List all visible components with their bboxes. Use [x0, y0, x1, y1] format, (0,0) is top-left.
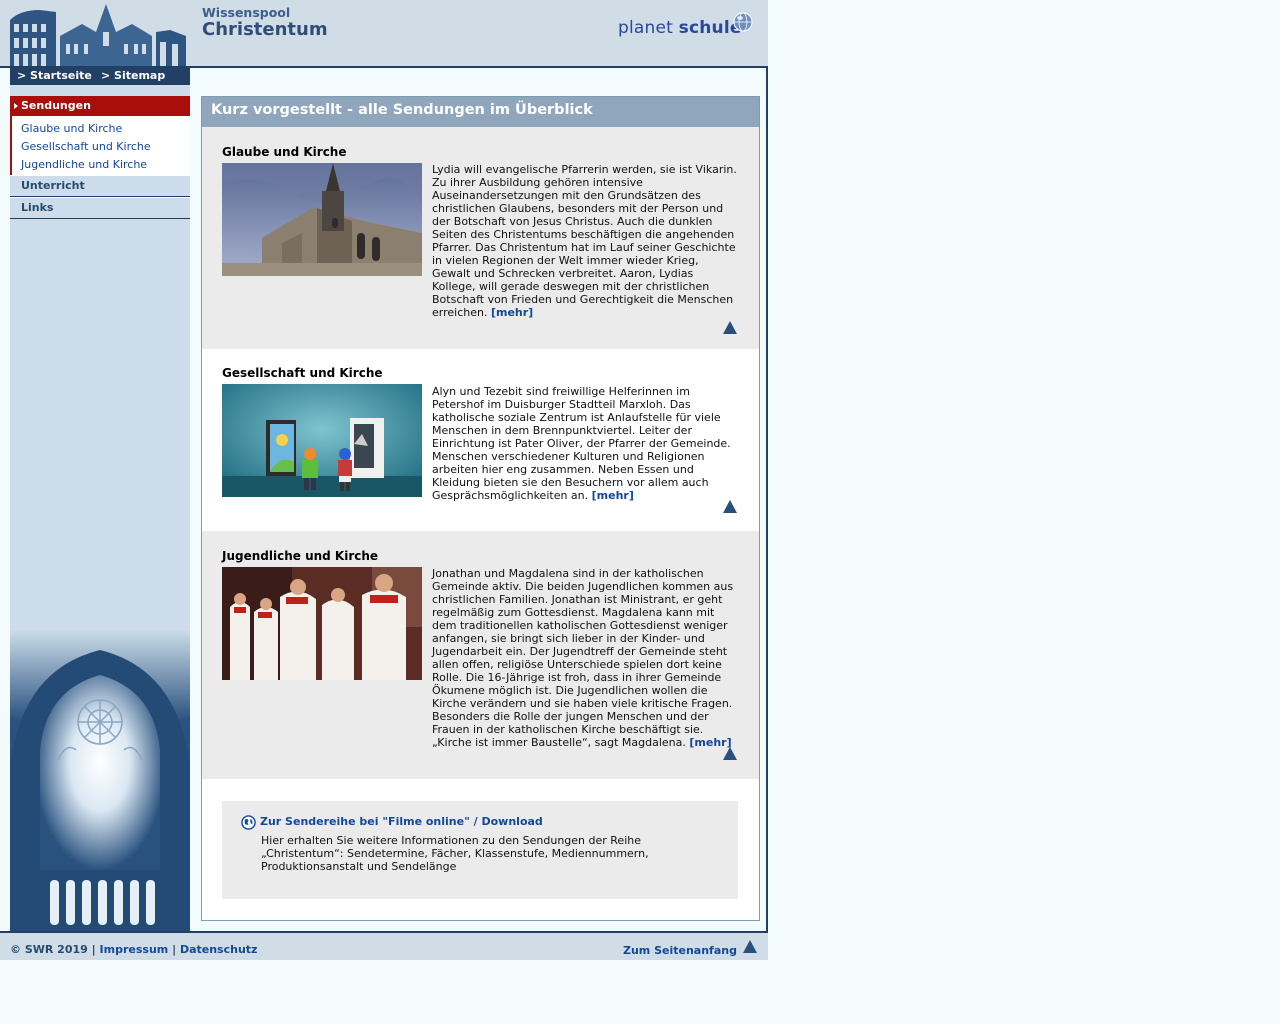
scroll-to-top-icon[interactable]: [723, 321, 737, 334]
scroll-to-top-icon[interactable]: [743, 940, 757, 953]
sidebar-item-sendungen[interactable]: Sendungen: [10, 96, 190, 116]
sitemap-link[interactable]: > Sitemap: [101, 69, 165, 82]
arrow-right-icon: [14, 103, 18, 109]
submenu-jugendliche-und-kirche[interactable]: Jugendliche und Kirche: [21, 158, 147, 171]
altar-servers-photo[interactable]: [222, 567, 422, 680]
item-description: Jonathan und Magdalena sind in der katho…: [432, 567, 740, 749]
scroll-to-top-icon[interactable]: [723, 500, 737, 513]
filme-online-box: Zur Sendereihe bei "Filme online" / Down…: [222, 801, 738, 899]
item-heading: Jugendliche und Kirche: [222, 549, 379, 563]
globe-icon: [241, 815, 256, 830]
footer-separator: |: [172, 943, 177, 956]
footer: © SWR 2019 | Impressum | Datenschutz Zum…: [0, 931, 768, 960]
filme-online-link[interactable]: Zur Sendereihe bei "Filme online" / Down…: [260, 815, 543, 828]
sendungen-submenu: Glaube und Kirche Gesellschaft und Kirch…: [10, 116, 190, 176]
sendungen-panel: Kurz vorgestellt - alle Sendungen im Übe…: [201, 96, 760, 921]
item-description: Alyn und Tezebit sind freiwillige Helfer…: [432, 385, 740, 502]
main-content: Kurz vorgestellt - alle Sendungen im Übe…: [190, 68, 768, 931]
sendung-item-glaube: Glaube und Kirche Lydia will evangelisch…: [202, 127, 759, 349]
item-heading: Gesellschaft und Kirche: [222, 366, 383, 380]
submenu-gesellschaft-und-kirche[interactable]: Gesellschaft und Kirche: [21, 140, 151, 153]
item-text: Lydia will evangelische Pfarrerin werden…: [432, 163, 737, 319]
startseite-link[interactable]: > Startseite: [17, 69, 92, 82]
footer-links: © SWR 2019 | Impressum | Datenschutz: [10, 943, 257, 956]
mehr-link[interactable]: [mehr]: [592, 489, 634, 502]
colosseum-church-logo[interactable]: [10, 2, 186, 66]
item-text: Jonathan und Magdalena sind in der katho…: [432, 567, 734, 749]
header: Wissenspool Christentum planet schule: [0, 0, 768, 68]
sidebar-item-label: Sendungen: [21, 99, 91, 112]
datenschutz-link[interactable]: Datenschutz: [180, 943, 258, 956]
planet-schule-logo[interactable]: planet schule: [618, 18, 742, 38]
scroll-to-top-icon[interactable]: [723, 747, 737, 760]
page-title: Kurz vorgestellt - alle Sendungen im Übe…: [202, 97, 759, 127]
sidebar: Sendungen Glaube und Kirche Gesellschaft…: [10, 85, 190, 931]
submenu-glaube-und-kirche[interactable]: Glaube und Kirche: [21, 122, 122, 135]
filme-online-description: Hier erhalten Sie weitere Informationen …: [261, 834, 649, 873]
church-photo[interactable]: [222, 163, 422, 276]
planet-schule-logo-light: planet: [618, 18, 674, 38]
impressum-link[interactable]: Impressum: [100, 943, 169, 956]
globe-icon: [733, 12, 753, 32]
cartoon-doors-image[interactable]: [222, 384, 422, 497]
sendung-item-gesellschaft: Gesellschaft und Kirche Alyn und Tezebit…: [202, 349, 759, 531]
mehr-link[interactable]: [mehr]: [491, 306, 533, 319]
footer-separator: |: [91, 943, 96, 956]
top-navigation: > Startseite > Sitemap: [10, 68, 190, 85]
copyright: © SWR 2019: [10, 943, 88, 956]
sidebar-item-links[interactable]: Links: [10, 197, 190, 219]
sidebar-item-unterricht[interactable]: Unterricht: [10, 175, 190, 197]
zum-seitenanfang-link[interactable]: Zum Seitenanfang: [623, 944, 737, 957]
site-title: Christentum: [202, 19, 328, 40]
item-text: Alyn und Tezebit sind freiwillige Helfer…: [432, 385, 731, 502]
item-description: Lydia will evangelische Pfarrerin werden…: [432, 163, 740, 319]
church-window-illustration: [10, 630, 190, 931]
item-heading: Glaube und Kirche: [222, 145, 347, 159]
sendung-item-jugendliche: Jugendliche und Kirche Jonathan und Magd…: [202, 531, 759, 779]
brand-subtitle: Wissenspool: [202, 5, 291, 20]
